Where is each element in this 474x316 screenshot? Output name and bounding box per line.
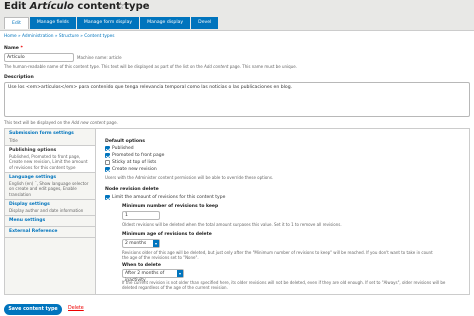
min-keep-note: Oldest revisions will be deleted when th…	[122, 222, 342, 227]
new-revision-checkbox[interactable]: Create new revision	[105, 167, 157, 173]
title-type-name: Artículo	[29, 1, 74, 12]
checkbox-label: Promoted to front page	[112, 153, 165, 158]
description-help-link: Add new content	[71, 120, 106, 125]
chevron-down-icon: ▾	[177, 270, 183, 277]
page-header: Edit Artículo content type ☆ Edit Manage…	[0, 0, 474, 31]
min-keep-input[interactable]: 1	[122, 211, 160, 220]
vtab-title: Display settings	[9, 201, 50, 207]
tab-manage-fields[interactable]: Manage fields	[29, 17, 76, 29]
name-input[interactable]: Artículo	[4, 53, 74, 62]
machine-name[interactable]: Machine name: article	[77, 55, 122, 60]
published-checkbox[interactable]: Published	[105, 146, 134, 152]
tab-manage-form-display[interactable]: Manage form display	[76, 17, 140, 29]
limit-revisions-checkbox[interactable]: Limit the amount of revisions for this c…	[105, 195, 225, 201]
checkbox-box[interactable]	[105, 146, 110, 152]
when-delete-label: When to delete	[122, 263, 161, 268]
breadcrumb[interactable]: Home » Administration » Structure » Cont…	[4, 34, 115, 39]
vtab-title: External Reference	[9, 229, 58, 234]
description-help-1: This text will be displayed on the	[4, 120, 72, 125]
vertical-tabs: Submission form settings Title Publishin…	[4, 128, 470, 295]
checkbox-box[interactable]	[105, 153, 110, 159]
name-help-2: page. This name must be unique.	[228, 64, 297, 69]
title-prefix: Edit	[4, 1, 30, 12]
description-help-2: page.	[105, 120, 118, 125]
required-mark: *	[20, 46, 23, 51]
publishing-options-pane: Default options Published Promoted to fr…	[95, 129, 469, 294]
sticky-checkbox[interactable]: Sticky at top of lists	[105, 160, 156, 166]
checkbox-label: Published	[112, 146, 134, 151]
star-icon[interactable]: ☆	[116, 1, 125, 14]
vtab-summary: Display author and date information	[9, 208, 84, 214]
name-help-1: The human-readable name of this content …	[4, 64, 205, 69]
chevron-down-icon: ▾	[153, 240, 159, 247]
vtab-menu-settings[interactable]: Menu settings	[5, 216, 95, 227]
vtab-external-reference[interactable]: External Reference	[5, 227, 95, 238]
min-age-label: Minimum age of revisions to delete	[122, 232, 212, 237]
when-delete-select[interactable]: After 2 months of inactivity ▾	[122, 269, 184, 283]
checkbox-box[interactable]	[105, 195, 110, 201]
checkbox-label: Create new revision	[112, 167, 157, 172]
tab-devel[interactable]: Devel	[191, 17, 219, 29]
vtab-summary: English (en) ¯, Show language selector o…	[9, 181, 89, 197]
vtab-publishing-options[interactable]: Publishing options Published, Promoted t…	[5, 145, 95, 173]
promoted-checkbox[interactable]: Promoted to front page	[105, 153, 164, 159]
description-help: This text will be displayed on the Add n…	[4, 120, 118, 125]
vtab-summary: Title	[9, 137, 18, 143]
vtab-title: Language settings	[9, 174, 57, 180]
checkbox-box[interactable]	[105, 160, 110, 166]
name-help-link: Add content	[204, 64, 229, 69]
tab-edit[interactable]: Edit	[4, 17, 29, 29]
select-value: 2 months	[125, 241, 147, 246]
min-age-note-2: the age of the revisions set to "None".	[122, 255, 199, 260]
delete-link[interactable]: Delete	[68, 306, 84, 312]
checkbox-label: Limit the amount of revisions for this c…	[112, 195, 226, 200]
description-textarea[interactable]: Use los <em>artículos</em> para contenid…	[4, 82, 470, 117]
min-keep-label: Minimum number of revisions to keep	[122, 204, 219, 209]
checkbox-box[interactable]	[105, 167, 110, 173]
default-options-label: Default options	[105, 139, 146, 144]
name-help: The human-readable name of this content …	[4, 64, 297, 69]
page-title: Edit Artículo content type	[4, 1, 150, 14]
name-label-text: Name	[4, 46, 19, 51]
vtab-title: Menu settings	[9, 218, 46, 224]
vtab-language-settings[interactable]: Language settings English (en) ¯, Show l…	[5, 173, 95, 200]
node-revision-delete-label: Node revision delete	[105, 187, 159, 192]
vertical-tab-list: Submission form settings Title Publishin…	[5, 129, 95, 294]
tab-manage-display[interactable]: Manage display	[140, 17, 191, 29]
description-label: Description	[4, 75, 34, 80]
checkbox-label: Sticky at top of lists	[112, 160, 157, 165]
vtab-title: Publishing options	[9, 147, 57, 153]
vtab-title: Submission form settings	[9, 131, 74, 136]
primary-tabs: Edit Manage fields Manage form display M…	[4, 17, 219, 29]
options-note: Users with the Administer content permis…	[105, 175, 274, 180]
min-age-select[interactable]: 2 months ▾	[122, 239, 160, 248]
name-label: Name *	[4, 46, 23, 52]
when-delete-note-2: deleted regardless of the age of the cur…	[122, 285, 228, 290]
vtab-display-settings[interactable]: Display settings Display author and date…	[5, 200, 95, 217]
vtab-summary: Published, Promoted to front page, Creat…	[9, 154, 88, 170]
title-suffix: content type	[73, 1, 150, 12]
vtab-submission-form[interactable]: Submission form settings Title	[5, 129, 95, 146]
save-content-type-button[interactable]: Save content type	[4, 304, 62, 315]
